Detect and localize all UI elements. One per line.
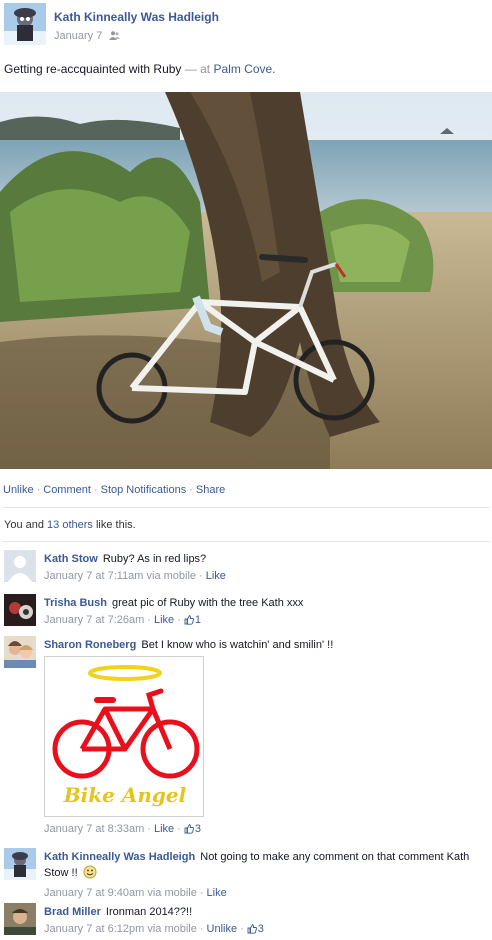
post-header: Kath Kinneally Was Hadleigh January 7 [4,3,488,45]
smiley-icon [83,865,97,884]
commenter-name[interactable]: Kath Kinneally Was Hadleigh [44,851,195,863]
commenter-name[interactable]: Sharon Roneberg [44,639,136,651]
comment-meta: January 7 at 7:26am · Like · 1 [44,613,488,630]
separator: · [199,923,204,935]
separator: · [93,484,98,496]
separator: · [147,614,151,626]
commenter-name[interactable]: Brad Miller [44,906,101,918]
comment-body: January 7 at 8:33am · Like · 3 [44,822,488,839]
bike-angel-caption: Bike Angel [63,783,187,807]
comment-meta: January 7 at 9:40am via mobile · Like [44,886,488,901]
comment-like-link[interactable]: Like [154,614,174,626]
comment: Kath Stow Ruby? As in red lips? January … [4,550,488,586]
comment: Brad Miller Ironman 2014??!! January 7 a… [4,903,488,939]
comment-image[interactable]: Bike Angel [44,656,204,817]
post-dash: — [184,62,197,76]
likes-prefix: You and [4,519,44,531]
divider [3,507,490,508]
likes-others-link[interactable]: 13 others [47,519,93,531]
comment-like-count[interactable]: 1 [184,614,201,626]
comment-link[interactable]: Comment [43,484,91,496]
separator: · [199,887,204,899]
comment-like-link[interactable]: Like [206,570,226,582]
comment-meta-row: January 7 at 8:33am · Like · 3 [4,822,488,840]
post-text: Getting re-accquainted with Ruby — at Pa… [4,62,276,76]
post-date[interactable]: January 7 [54,30,102,42]
separator: · [177,614,181,626]
comment-text: Ironman 2014??!! [105,906,193,918]
like-count-number: 3 [257,923,264,935]
author-avatar[interactable] [4,3,46,45]
commenter-avatar[interactable] [4,594,36,626]
separator: · [177,823,181,835]
separator: · [199,570,203,582]
comment-text: great pic of Ruby with the tree Kath xxx [112,597,304,609]
share-link[interactable]: Share [196,484,225,496]
separator: · [240,923,244,935]
comment-body: Sharon Roneberg Bet I know who is watchi… [44,638,488,653]
thumbs-up-icon [247,923,257,939]
comment-body: Trisha Bush great pic of Ruby with the t… [44,596,488,630]
post-actions: Unlike · Comment · Stop Notifications · Share [3,484,225,496]
comment-time[interactable]: January 7 at 9:40am via mobile [44,887,197,899]
comment-time[interactable]: January 7 at 7:11am via mobile [44,570,196,582]
friends-icon[interactable] [109,31,121,43]
post-at: at [200,62,211,76]
post-author-name[interactable]: Kath Kinneally Was Hadleigh [54,10,219,24]
comment: Kath Kinneally Was Hadleigh Not going to… [4,848,488,899]
commenter-name[interactable]: Kath Stow [44,553,98,565]
commenter-name[interactable]: Trisha Bush [44,597,107,609]
separator: · [36,484,41,496]
unlike-link[interactable]: Unlike [3,484,34,496]
like-count-number: 3 [194,823,201,835]
comment-text: Ruby? As in red lips? [102,553,207,565]
comment-like-count[interactable]: 3 [184,823,201,835]
like-count-number: 1 [194,614,201,626]
stop-notifications-link[interactable]: Stop Notifications [101,484,187,496]
comment-body: Brad Miller Ironman 2014??!! January 7 a… [44,905,488,939]
post-meta: January 7 [54,30,121,43]
comment-time[interactable]: January 7 at 7:26am [44,614,144,626]
divider [3,541,490,542]
likes-suffix: like this. [95,519,136,531]
post-message: Getting re-accquainted with Ruby [4,62,182,76]
comment-time[interactable]: January 7 at 6:12pm via mobile [44,923,197,935]
thumbs-up-icon [184,823,194,839]
location-link[interactable]: Palm Cove. [213,62,275,76]
commenter-avatar[interactable] [4,903,36,935]
comment-body: Kath Kinneally Was Hadleigh Not going to… [44,850,488,901]
comment-text: Bet I know who is watchin' and smilin' !… [141,639,334,651]
comment-meta: January 7 at 6:12pm via mobile · Unlike · 3 [44,922,488,939]
comment-like-count[interactable]: 3 [247,923,264,935]
commenter-avatar[interactable] [4,636,36,668]
thumbs-up-icon [184,614,194,630]
likes-summary: You and 13 others like this. [4,519,136,531]
comment-body: Kath Stow Ruby? As in red lips? January … [44,552,488,584]
comment-unlike-link[interactable]: Unlike [207,923,238,935]
separator: · [189,484,193,496]
comment-time[interactable]: January 7 at 8:33am [44,823,144,835]
comment-meta: January 7 at 7:11am via mobile · Like [44,569,488,584]
comment: Trisha Bush great pic of Ruby with the t… [4,594,488,630]
comment-meta: January 7 at 8:33am · Like · 3 [44,822,488,839]
comment-like-link[interactable]: Like [207,887,227,899]
post-photo[interactable] [0,92,492,469]
comment-like-link[interactable]: Like [154,823,174,835]
separator: · [147,823,151,835]
commenter-avatar[interactable] [4,550,36,582]
commenter-avatar[interactable] [4,848,36,880]
